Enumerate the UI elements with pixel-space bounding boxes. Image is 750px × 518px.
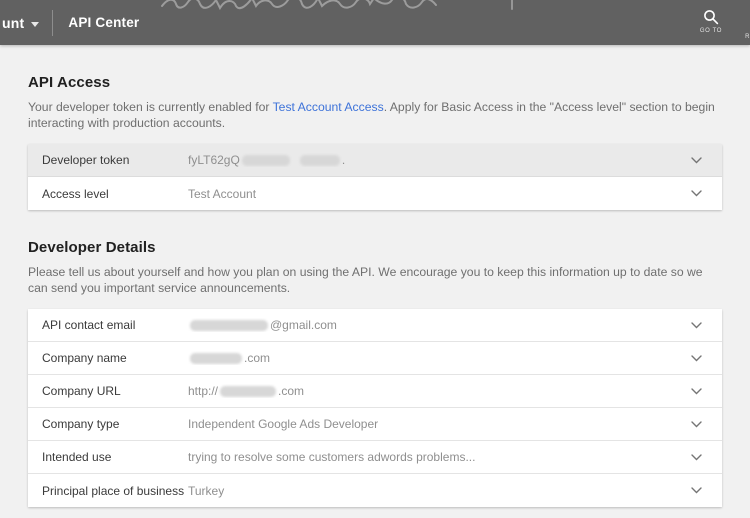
- row-label: Principal place of business: [42, 483, 185, 498]
- table-row-company-type[interactable]: Company type Independent Google Ads Deve…: [28, 408, 722, 441]
- chevron-down-icon[interactable]: [690, 156, 702, 164]
- chevron-down-icon[interactable]: [690, 190, 702, 198]
- value-prefix: http://: [188, 384, 219, 398]
- row-value: trying to resolve some customers adwords…: [188, 450, 476, 464]
- goto-label: GO TO: [699, 28, 722, 34]
- redacted-value: [190, 352, 242, 364]
- chevron-down-icon[interactable]: [690, 487, 702, 495]
- account-menu[interactable]: unt: [0, 15, 24, 31]
- table-row-access-level[interactable]: Access level Test Account: [28, 177, 722, 210]
- chevron-down-icon[interactable]: [690, 354, 702, 362]
- chevron-down-icon[interactable]: [690, 387, 702, 395]
- row-label: Company type: [42, 417, 120, 431]
- table-row-developer-token[interactable]: Developer token fyLT62gQ .: [28, 144, 722, 177]
- page-title: API Center: [68, 15, 140, 30]
- goto-search-button[interactable]: GO TO: [700, 9, 722, 34]
- developer-details-description: Please tell us about yourself and how yo…: [28, 265, 703, 295]
- api-access-heading: API Access: [28, 74, 111, 91]
- table-row-api-contact-email[interactable]: API contact email @gmail.com: [28, 309, 722, 342]
- table-row-principal-place-of-business[interactable]: Principal place of business Turkey: [28, 474, 722, 507]
- redacted-value: [220, 385, 277, 397]
- redacted-value: [241, 154, 290, 166]
- api-access-card: Developer token fyLT62gQ . Access level …: [28, 144, 722, 210]
- row-label: Intended use: [42, 450, 112, 464]
- value-suffix: .com: [244, 351, 271, 365]
- api-access-description: Your developer token is currently enable…: [28, 100, 722, 131]
- row-label: Company URL: [42, 384, 121, 398]
- header-divider: [52, 9, 54, 36]
- row-value: @gmail.com: [188, 318, 690, 332]
- chevron-down-icon[interactable]: [690, 420, 702, 428]
- row-value: Turkey: [188, 483, 225, 498]
- row-label: Developer token: [42, 153, 130, 167]
- developer-details-card: API contact email @gmail.com Company nam…: [28, 309, 722, 507]
- row-value: Test Account: [188, 186, 257, 201]
- header-left-group: unt API Center: [0, 0, 139, 45]
- row-label: Access level: [42, 186, 109, 201]
- row-value: http:// .com: [188, 384, 690, 398]
- row-value: fyLT62gQ .: [188, 153, 690, 167]
- clipped-nav-item[interactable]: R: [745, 34, 750, 40]
- main-content: API Access Your developer token is curre…: [0, 45, 750, 507]
- row-label: API contact email: [42, 318, 136, 332]
- chevron-down-icon[interactable]: [31, 21, 40, 27]
- redacted-value: [299, 154, 340, 166]
- row-label: Company name: [42, 351, 127, 365]
- redaction-scribble: [161, 0, 513, 11]
- search-icon: [704, 10, 719, 25]
- table-row-company-url[interactable]: Company URL http:// .com: [28, 375, 722, 408]
- chevron-down-icon[interactable]: [690, 321, 702, 329]
- top-navigation-bar: unt API Center GO TO R: [0, 0, 750, 45]
- redacted-value: [190, 319, 268, 331]
- token-suffix: .: [341, 153, 346, 167]
- chevron-down-icon[interactable]: [690, 453, 702, 461]
- value-suffix: .com: [278, 384, 305, 398]
- table-row-company-name[interactable]: Company name .com: [28, 342, 722, 375]
- row-value: Independent Google Ads Developer: [188, 417, 379, 431]
- value-suffix: @gmail.com: [270, 318, 337, 332]
- table-row-intended-use[interactable]: Intended use trying to resolve some cust…: [28, 441, 722, 474]
- developer-details-heading: Developer Details: [28, 239, 156, 256]
- desc-text: Your developer token is currently enable…: [28, 100, 273, 114]
- row-value: .com: [188, 351, 690, 365]
- token-prefix: fyLT62gQ: [188, 153, 240, 167]
- test-account-access-link[interactable]: Test Account Access: [273, 100, 384, 114]
